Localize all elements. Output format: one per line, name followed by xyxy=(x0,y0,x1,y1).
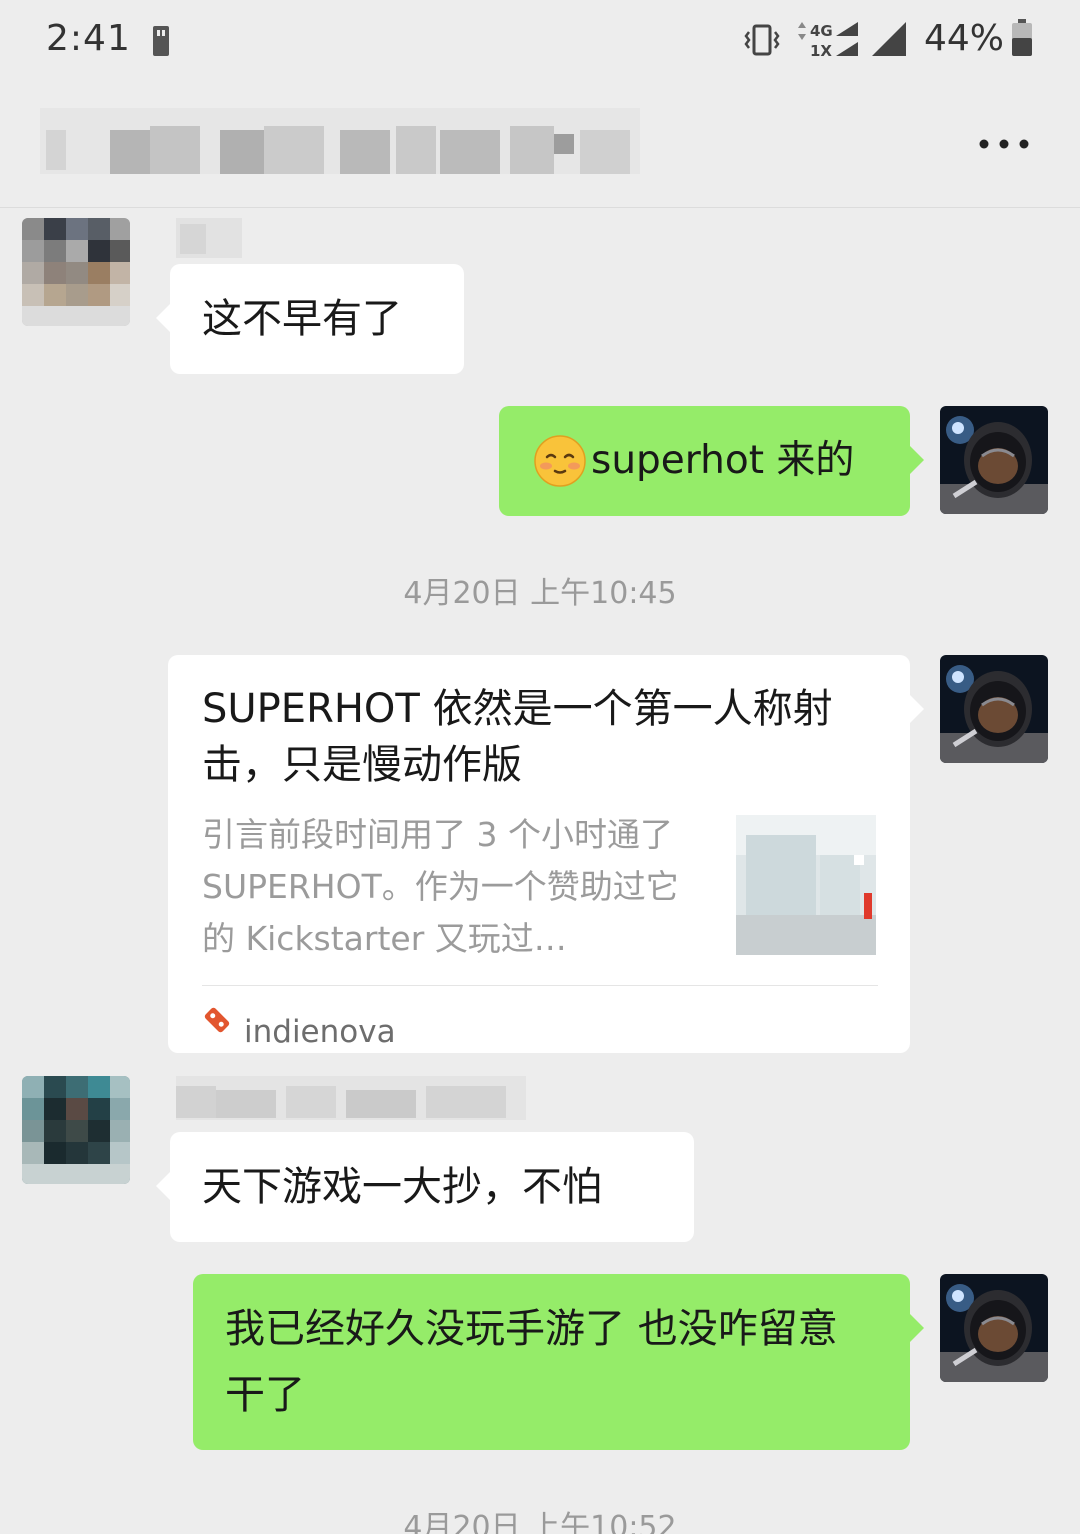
received-message-bubble[interactable]: 这不早有了 xyxy=(156,264,464,374)
more-options-icon[interactable] xyxy=(976,130,1032,158)
bubble-tail xyxy=(156,304,170,332)
my-avatar-astronaut[interactable] xyxy=(940,1274,1048,1382)
message-text: superhot 来的 xyxy=(591,438,855,483)
bubble-tail xyxy=(156,1172,170,1200)
link-card-message[interactable]: SUPERHOT 依然是一个第一人称射击，只是慢动作版 引言前段时间用了 3 个… xyxy=(168,655,924,1053)
timestamp: 4月20日 上午10:45 xyxy=(403,576,677,611)
sent-message-bubble[interactable]: 我已经好久没玩手游了 也没咋留意 干了 xyxy=(193,1274,924,1450)
status-time: 2:41 xyxy=(46,18,131,59)
timestamp: 4月20日 上午10:52 xyxy=(403,1510,677,1534)
sim-card-icon xyxy=(153,26,169,56)
chat-title-pixelated xyxy=(40,108,640,174)
signal-strength-icon xyxy=(872,22,906,56)
bubble-tail xyxy=(910,695,924,723)
bubble-tail xyxy=(910,1314,924,1342)
message-text: 这不早有了 xyxy=(202,296,402,342)
sent-message-bubble[interactable]: superhot 来的 xyxy=(499,406,924,516)
link-card-source: indienova xyxy=(244,1014,396,1050)
link-card-title: SUPERHOT 依然是一个第一人称射击，只是慢动作版 xyxy=(202,686,833,788)
smiling-face-emoji-icon xyxy=(534,435,586,487)
chat-header xyxy=(0,80,1080,208)
chat-screen: 2:41 4G 1X 44% 这不早有了 superhot 来的 4月20日 上… xyxy=(0,0,1080,1534)
my-avatar-astronaut[interactable] xyxy=(940,406,1048,514)
network-top-label: 4G xyxy=(810,22,833,40)
battery-percent: 44% xyxy=(924,18,1005,59)
indienova-logo-icon xyxy=(204,1007,230,1033)
contact-avatar[interactable] xyxy=(22,218,130,326)
contact-avatar[interactable] xyxy=(22,1076,130,1184)
network-bottom-label: 1X xyxy=(810,42,832,60)
network-type-icon: 4G 1X xyxy=(798,22,858,60)
contact-name-pixelated xyxy=(176,218,242,258)
received-message-bubble[interactable]: 天下游戏一大抄，不怕 xyxy=(156,1132,694,1242)
link-card-thumbnail xyxy=(736,815,876,955)
link-card-divider xyxy=(202,985,878,986)
status-bar: 2:41 4G 1X 44% xyxy=(0,0,1080,80)
message-text: 天下游戏一大抄，不怕 xyxy=(202,1164,602,1210)
link-card-description: 引言前段时间用了 3 个小时通了 SUPERHOT。作为一个赞助过它的 Kick… xyxy=(202,815,679,958)
contact-name-pixelated xyxy=(176,1076,526,1120)
vibrate-icon xyxy=(744,24,780,56)
battery-icon xyxy=(1012,19,1032,56)
message-text: 我已经好久没玩手游了 也没咋留意 干了 xyxy=(225,1306,838,1418)
bubble-tail xyxy=(910,446,924,474)
my-avatar-astronaut[interactable] xyxy=(940,655,1048,763)
